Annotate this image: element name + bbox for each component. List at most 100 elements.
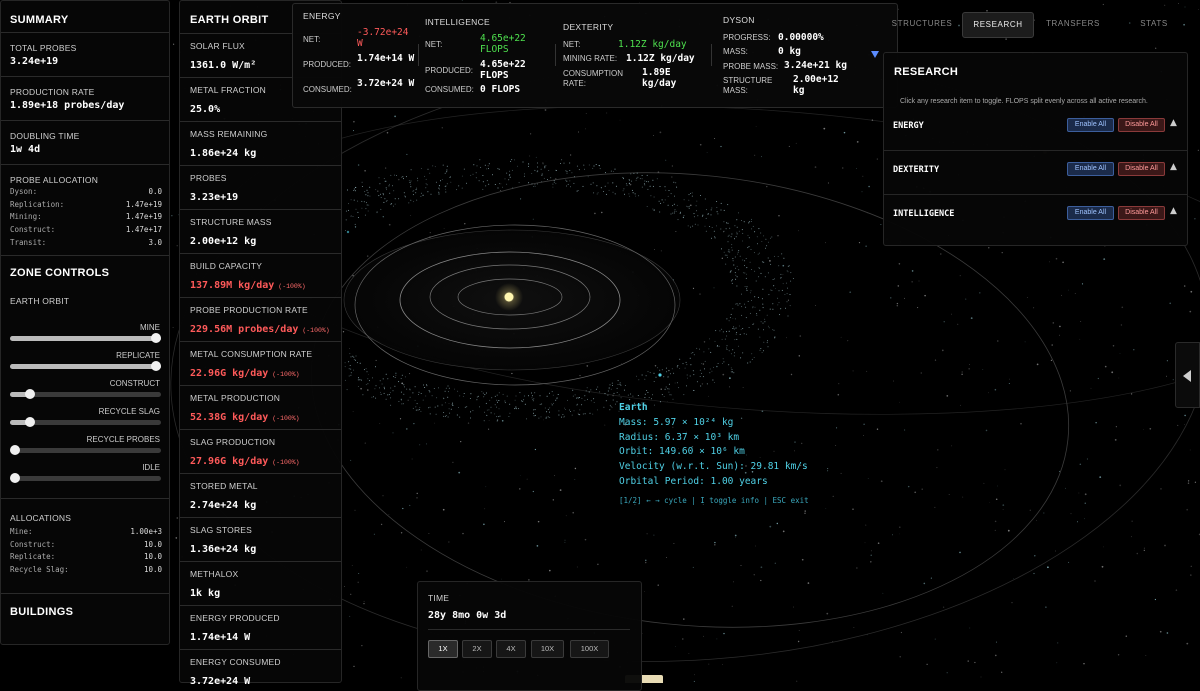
research-category-energy[interactable]: ENERGY Enable All Disable All ▲ [884, 106, 1187, 151]
idle-slider[interactable] [10, 473, 161, 483]
research-category-dexterity[interactable]: DEXTERITY Enable All Disable All ▲ [884, 150, 1187, 195]
speed-10x-button[interactable]: 10X [531, 640, 564, 658]
summary-panel: SUMMARY TOTAL PROBES 3.24e+19 PRODUCTION… [0, 0, 170, 645]
research-panel: RESEARCH Click any research item to togg… [883, 52, 1188, 246]
allocation-row-replicate: Replicate: 10.0 [10, 552, 162, 562]
production-rate-value: 1.89e+18 probes/day [10, 100, 125, 111]
dexterity-title: DEXTERITY [563, 22, 614, 32]
speed-4x-button[interactable]: 4X [496, 640, 526, 658]
dropdown-triangle-icon[interactable] [871, 51, 879, 58]
replicate-slider[interactable] [10, 361, 161, 371]
info-help: [1/2] ← → cycle | I toggle info | ESC ex… [619, 496, 809, 505]
mine-slider[interactable] [10, 333, 161, 343]
slider-knob[interactable] [24, 389, 35, 399]
collapse-caret-icon[interactable]: ▲ [1170, 118, 1177, 128]
slider-knob[interactable] [10, 445, 20, 455]
orbit-stat-label: METHALOX [190, 569, 239, 579]
slider-knob[interactable] [24, 417, 35, 427]
construct-slider-label: CONSTRUCT [109, 379, 160, 388]
allocations-list: Mine: 1.00e+3 Construct: 10.0 Replicate: 10… [10, 526, 162, 577]
disable-all-button[interactable]: Disable All [1118, 162, 1165, 176]
orbit-stat-value: 137.89M kg/day [190, 280, 275, 291]
alloc-row-construct: Construct: 1.47e+17 [10, 225, 162, 235]
dexterity-mining-label: MINING RATE: [563, 54, 618, 63]
tab-transfers[interactable]: TRANSFERS [1038, 12, 1108, 36]
orbit-stat-label: MASS REMAINING [190, 129, 268, 139]
research-hint: Click any research item to toggle. FLOPS… [900, 98, 1148, 105]
earth-marker[interactable] [658, 373, 662, 377]
dexterity-consumption-label: CONSUMPTION RATE: [563, 69, 623, 88]
orbit-stat-row: MASS REMAINING 1.86e+24 kg [190, 129, 335, 161]
zone-controls-title: ZONE CONTROLS [10, 267, 110, 279]
total-probes-value: 3.24e+19 [10, 56, 59, 67]
info-velocity: Velocity (w.r.t. Sun): 29.81 km/s [619, 461, 808, 472]
enable-all-button[interactable]: Enable All [1067, 162, 1114, 176]
tab-stats[interactable]: STATS [1118, 12, 1190, 36]
enable-all-button[interactable]: Enable All [1067, 118, 1114, 132]
speed-1x-button[interactable]: 1X [428, 640, 458, 658]
energy-title: ENERGY [303, 11, 341, 21]
total-probes-label: TOTAL PROBES [10, 43, 77, 53]
info-period: Orbital Period: 1.00 years [619, 476, 768, 487]
slider-knob[interactable] [151, 361, 161, 371]
info-mass: Mass: 5.97 × 10²⁴ kg [619, 417, 734, 428]
resource-bar: ENERGY NET: -3.72e+24 W PRODUCED: 1.74e+… [292, 3, 898, 108]
speed-100x-button[interactable]: 100X [570, 640, 609, 658]
dexterity-mining-value: 1.12Z kg/day [626, 53, 695, 64]
probe-allocation-list: Dyson: 0.0 Replication: 1.47e+19 Mining: 1.… [10, 186, 162, 249]
collapse-caret-icon[interactable]: ▲ [1170, 162, 1177, 172]
tab-research[interactable]: RESEARCH [962, 12, 1034, 38]
dyson-mass-value: 0 kg [778, 46, 801, 57]
orbit-stat-change-note: (-100%) [272, 415, 300, 422]
buildings-title[interactable]: BUILDINGS [10, 606, 162, 618]
dyson-progress-label: PROGRESS: [723, 33, 771, 42]
intelligence-produced-value: 4.65e+22 FLOPS [480, 59, 526, 81]
sun[interactable] [504, 292, 514, 302]
dyson-progress-value: 0.00000% [778, 32, 824, 43]
orbit-stat-label: BUILD CAPACITY [190, 261, 263, 271]
alloc-row-transit: Transit: 3.0 [10, 237, 162, 247]
allocation-row-recycle-slag: Recycle Slag: 10.0 [10, 565, 162, 575]
disable-all-button[interactable]: Disable All [1118, 118, 1165, 132]
research-category-intelligence[interactable]: INTELLIGENCE Enable All Disable All ▲ [884, 194, 1187, 238]
slider-knob[interactable] [10, 473, 20, 483]
summary-title: SUMMARY [10, 14, 69, 26]
speed-2x-button[interactable]: 2X [462, 640, 492, 658]
time-label: TIME [428, 593, 450, 603]
recycle-probes-slider[interactable] [10, 445, 161, 455]
collapse-panel-button[interactable] [1175, 342, 1200, 408]
energy-produced-value: 1.74e+14 W [357, 53, 415, 64]
collapse-caret-icon[interactable]: ▲ [1170, 206, 1177, 216]
recycle-slag-slider[interactable] [10, 417, 161, 427]
recycle-probes-slider-label: RECYCLE PROBES [86, 435, 160, 444]
orbit-stat-row: SLAG STORES 1.36e+24 kg [190, 525, 335, 557]
orbit-stat-change-note: (-100%) [272, 371, 300, 378]
allocation-row-mine: Mine: 1.00e+3 [10, 527, 162, 536]
dyson-probe-mass-value: 3.24e+21 kg [784, 60, 847, 71]
orbit-stat-value: 1.86e+24 kg [190, 148, 257, 159]
doubling-time-label: DOUBLING TIME [10, 131, 80, 141]
dyson-title: DYSON [723, 15, 755, 25]
construct-slider[interactable] [10, 389, 161, 399]
intelligence-net-value: 4.65e+22 FLOPS [480, 33, 526, 55]
alloc-row-dyson: Dyson: 0.0 [10, 187, 162, 196]
slider-knob[interactable] [151, 333, 161, 343]
orbit-stat-change-note: (-100%) [278, 283, 306, 290]
research-name: ENERGY [893, 121, 924, 131]
dyson-probe-mass-label: PROBE MASS: [723, 62, 779, 71]
orbit-stat-row: PROBE PRODUCTION RATE 229.56M probes/day(… [190, 305, 335, 337]
orbit-stat-label: STRUCTURE MASS [190, 217, 272, 227]
orbit-stat-value: 3.23e+19 [190, 192, 239, 203]
alloc-row-replication: Replication: 1.47e+19 [10, 199, 162, 209]
orbit-stat-row: ENERGY PRODUCED 1.74e+14 W [190, 613, 335, 645]
intelligence-consumed-value: 0 FLOPS [480, 84, 521, 95]
disable-all-button[interactable]: Disable All [1118, 206, 1165, 220]
right-panel-tabs: STRUCTURES RESEARCH TRANSFERS STATS [880, 8, 1200, 42]
orbit-stat-row: SLAG PRODUCTION 27.96G kg/day (-100%) [190, 437, 335, 469]
tab-structures[interactable]: STRUCTURES [882, 12, 962, 36]
dexterity-net-value: 1.12Z kg/day [618, 39, 687, 50]
enable-all-button[interactable]: Enable All [1067, 206, 1114, 220]
orbit-stat-value: 22.96G kg/day [190, 368, 269, 379]
orbit-stat-value: 52.38G kg/day [190, 412, 269, 423]
recycle-slag-slider-label: RECYCLE SLAG [98, 407, 160, 416]
